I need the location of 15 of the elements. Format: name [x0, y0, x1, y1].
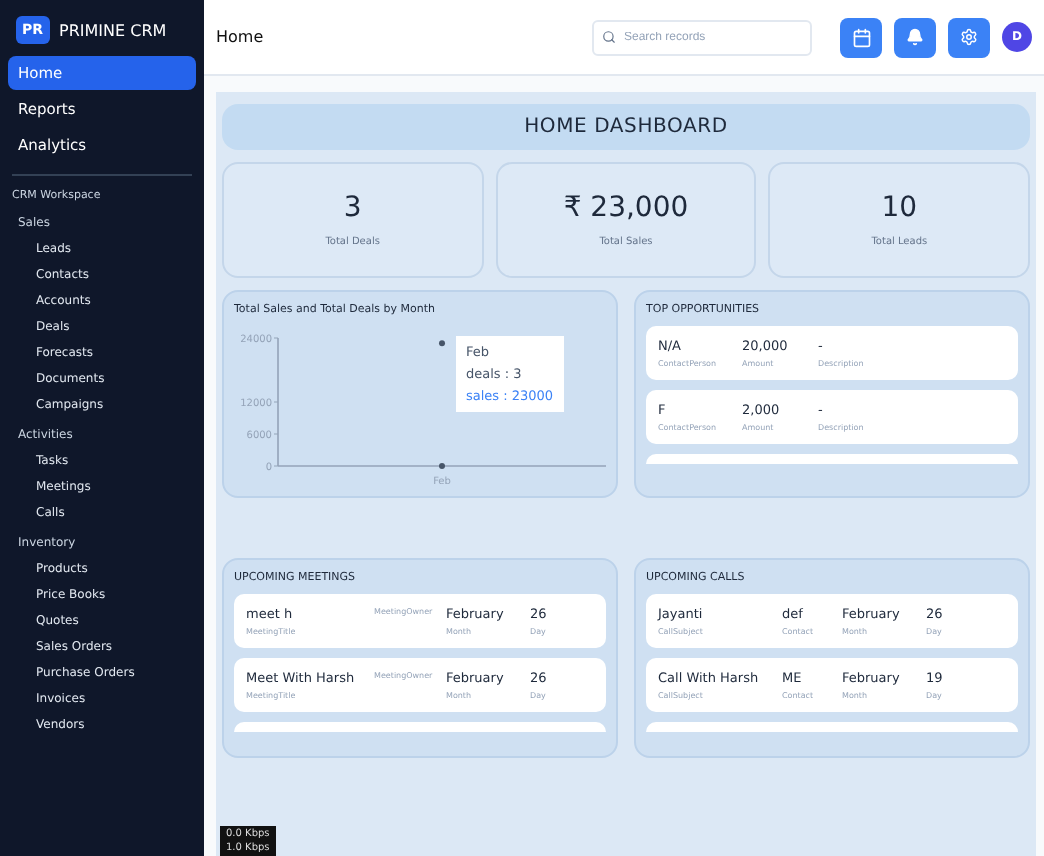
stat-value: 10 [881, 192, 918, 224]
notifications-button[interactable] [894, 17, 936, 57]
settings-icon [960, 28, 978, 46]
dashboard-title: HOME DASHBOARD [222, 104, 1030, 150]
settings-button[interactable] [948, 17, 990, 57]
stat-value: 3 [343, 192, 362, 224]
bell-icon [906, 28, 924, 46]
stat-value: ₹ 23,000 [563, 192, 689, 224]
data-point [439, 340, 445, 347]
search-icon [602, 29, 616, 43]
calendar-button[interactable] [840, 17, 882, 57]
data-point [439, 463, 445, 469]
brand-name: PRIMINE CRM [59, 21, 167, 39]
calendar-icon [851, 27, 871, 47]
page-title: Home [216, 28, 266, 46]
